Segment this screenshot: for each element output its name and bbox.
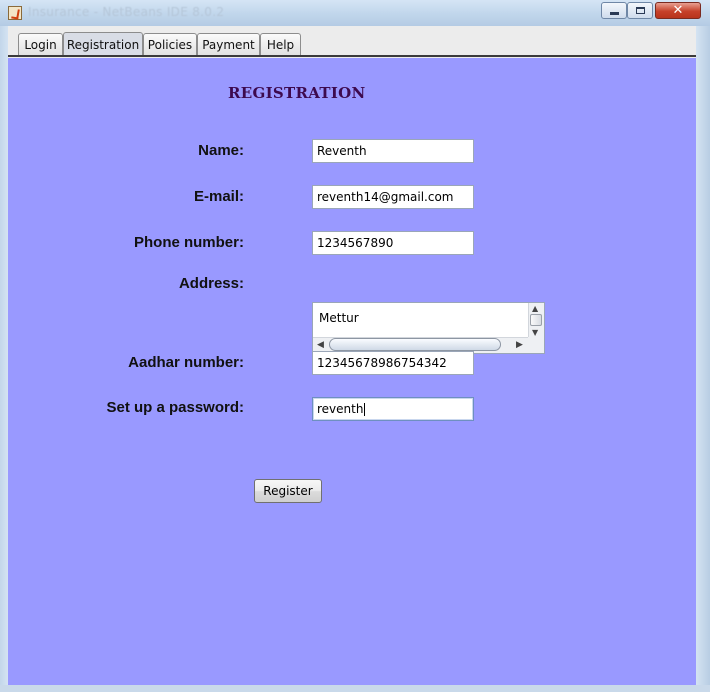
tab-login[interactable]: Login [18,33,63,55]
close-icon: ✕ [672,3,684,18]
tab-divider [8,55,696,57]
registration-panel: REGISTRATION Name: E-mail: Phone number:… [8,58,696,685]
vertical-scroll-thumb[interactable] [530,314,542,326]
window-title: Insurance - NetBeans IDE 8.0.2 [28,5,225,19]
horizontal-scroll-thumb[interactable] [329,338,501,351]
register-button[interactable]: Register [254,479,322,503]
tab-bar: Login Registration Policies Payment Help [8,26,696,57]
phone-label: Phone number: [133,234,244,251]
text-caret [364,403,366,416]
password-field[interactable]: reventh [312,397,474,421]
maximize-icon [635,7,645,14]
email-field[interactable] [312,185,474,209]
phone-field[interactable] [312,231,474,255]
scroll-down-icon[interactable]: ▼ [532,329,538,337]
java-app-icon [8,6,22,20]
maximize-button[interactable] [627,2,653,19]
address-vertical-scrollbar[interactable]: ▲ ▼ [528,303,544,338]
email-label: E-mail: [193,188,244,205]
aadhar-field[interactable] [312,351,474,375]
content-area: Login Registration Policies Payment Help… [8,26,696,685]
name-field[interactable] [312,139,474,163]
tab-help[interactable]: Help [260,33,301,55]
close-button[interactable]: ✕ [655,2,701,19]
page-title: REGISTRATION [228,84,366,102]
password-value: reventh [317,402,364,416]
aadhar-label: Aadhar number: [128,354,244,371]
minimize-icon [609,11,619,15]
password-label: Set up a password: [106,399,244,416]
address-textarea[interactable]: Mettur ▲ ▼ ◀ ▶ [312,302,545,354]
scroll-right-icon[interactable]: ▶ [516,340,523,350]
name-label: Name: [198,142,244,159]
scroll-left-icon[interactable]: ◀ [317,340,324,350]
scroll-corner [528,337,544,353]
tab-registration[interactable]: Registration [63,32,143,56]
window-frame-right [696,26,710,692]
scroll-up-icon[interactable]: ▲ [532,305,538,313]
tab-policies[interactable]: Policies [143,33,197,55]
address-text: Mettur [319,311,359,325]
minimize-button[interactable] [601,2,627,19]
tab-payment[interactable]: Payment [197,33,260,55]
window-frame-left [0,26,8,692]
address-label: Address: [178,275,244,292]
window-frame-bottom [0,685,710,692]
title-bar: Insurance - NetBeans IDE 8.0.2 ✕ [0,0,710,26]
